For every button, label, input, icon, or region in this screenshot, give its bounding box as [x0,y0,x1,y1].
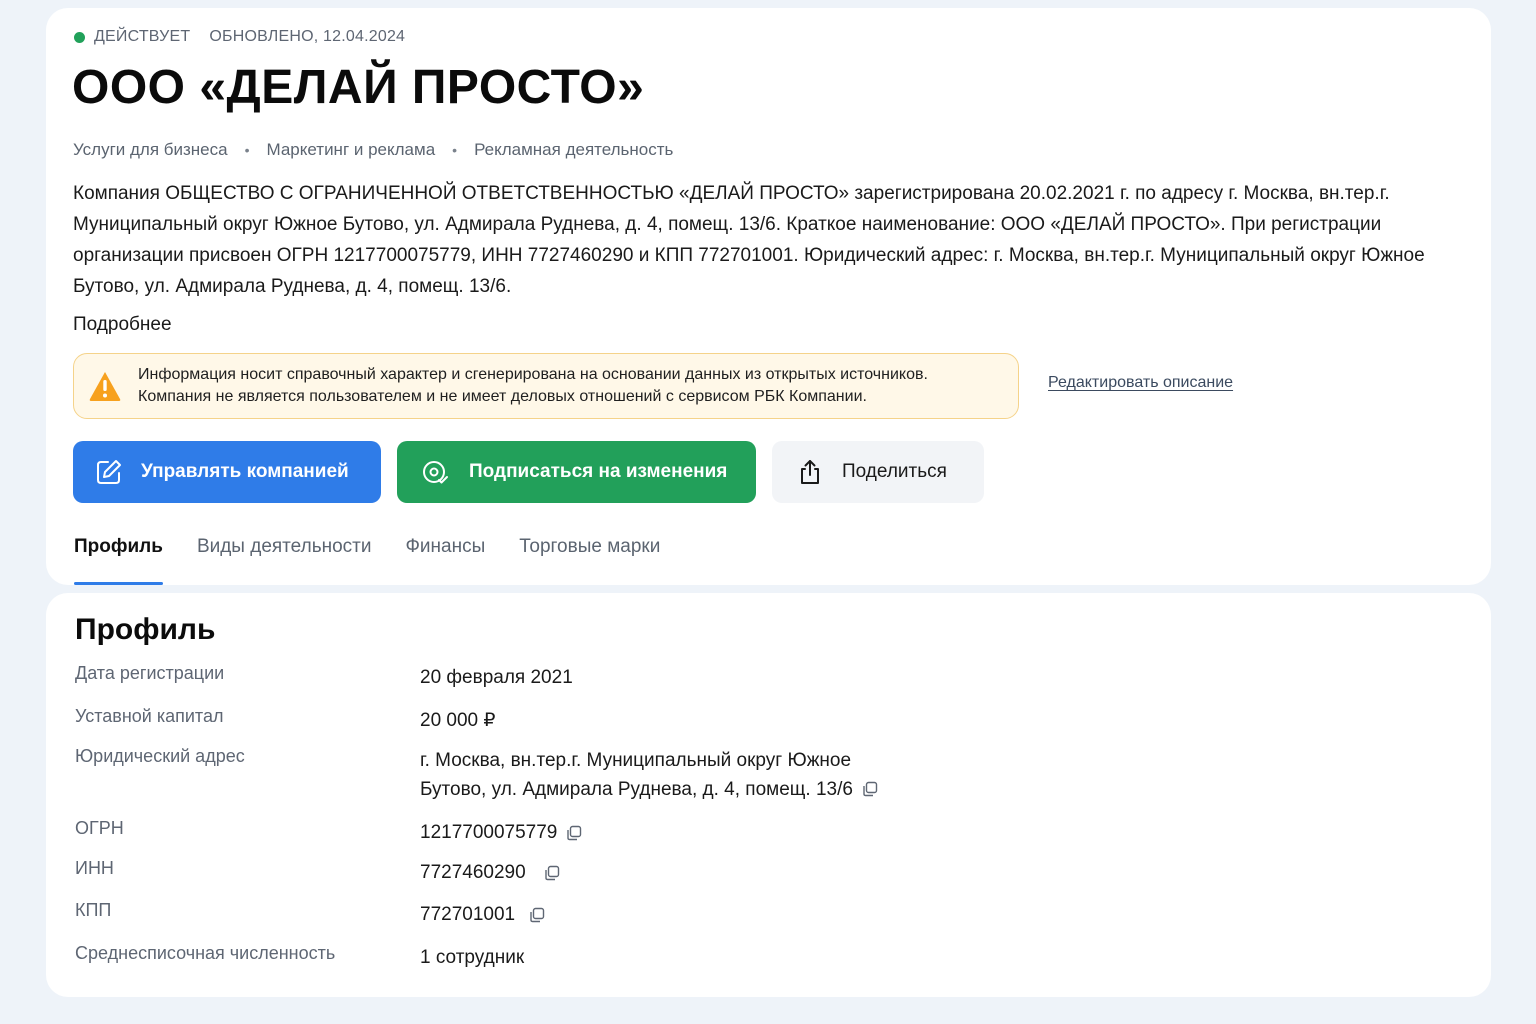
profile-row-kpp: КПП 772701001 [75,900,545,929]
address-line-with-copy: Бутово, ул. Адмирала Руднева, д. 4, поме… [420,775,900,804]
profile-row-address: Юридический адрес г. Москва, вн.тер.г. М… [75,746,900,804]
field-value-with-copy: 772701001 [420,900,545,929]
share-icon [801,460,819,484]
category-item[interactable]: Рекламная деятельность [474,140,673,160]
status-label: ДЕЙСТВУЕТ [94,28,191,45]
ogrn-value: 1217700075779 [420,822,558,843]
copy-icon[interactable] [566,825,582,841]
address-value: г. Москва, вн.тер.г. Муниципальный округ… [420,746,900,804]
notice-text: Информация носит справочный характер и с… [138,364,928,408]
section-tabs: Профиль Виды деятельности Финансы Торгов… [74,536,694,585]
tab-trademarks[interactable]: Торговые марки [519,536,660,572]
status-row: ДЕЙСТВУЕТ ОБНОВЛЕНО, 12.04.2024 [74,28,405,46]
field-value: 1 сотрудник [420,947,525,968]
copy-icon[interactable] [529,907,545,923]
tab-activities[interactable]: Виды деятельности [197,536,372,572]
field-value-with-copy: 1217700075779 [420,818,582,847]
field-label: КПП [75,900,112,920]
subscribe-label: Подписаться на изменения [469,461,728,482]
company-header-card: ДЕЙСТВУЕТ ОБНОВЛЕНО, 12.04.2024 ООО «ДЕЛ… [46,8,1491,585]
address-line: Бутово, ул. Адмирала Руднева, д. 4, поме… [420,779,853,800]
share-label: Поделиться [842,461,947,482]
category-separator: • [244,142,250,158]
notice-line: Компания не является пользователем и не … [138,388,867,405]
profile-row-ogrn: ОГРН 1217700075779 [75,818,582,847]
edit-description-link[interactable]: Редактировать описание [1048,374,1233,392]
watch-icon [423,461,448,484]
more-link[interactable]: Подробнее [73,314,172,336]
updated-date: ОБНОВЛЕНО, 12.04.2024 [209,28,406,45]
warning-icon [89,372,121,401]
field-label: Среднесписочная численность [75,943,336,963]
tab-profile[interactable]: Профиль [74,536,163,585]
category-breadcrumbs: Услуги для бизнеса • Маркетинг и реклама… [73,140,673,160]
field-label: Уставной капитал [75,706,224,726]
tab-finance[interactable]: Финансы [405,536,485,572]
disclaimer-notice: Информация носит справочный характер и с… [73,353,1019,419]
category-separator: • [452,142,458,158]
field-value: 20 000 ₽ [420,710,496,731]
company-description: Компания ОБЩЕСТВО С ОГРАНИЧЕННОЙ ОТВЕТСТ… [73,183,1425,297]
category-item[interactable]: Услуги для бизнеса [73,140,228,160]
profile-row-employees: Среднесписочная численность 1 сотрудник [75,943,524,972]
status-dot-icon [74,31,85,43]
manage-company-button[interactable]: Управлять компанией [73,441,381,503]
field-label: ОГРН [75,818,124,838]
profile-row-capital: Уставной капитал 20 000 ₽ [75,706,495,735]
notice-line: Информация носит справочный характер и с… [138,366,928,383]
profile-card: Профиль Дата регистрации 20 февраля 2021… [46,593,1491,997]
field-label: Дата регистрации [75,663,225,683]
profile-row-inn: ИНН 7727460290 [75,858,560,887]
share-button[interactable]: Поделиться [772,441,984,503]
profile-row-reg-date: Дата регистрации 20 февраля 2021 [75,663,573,692]
company-title: ООО «ДЕЛАЙ ПРОСТО» [72,61,645,114]
field-value: 20 февраля 2021 [420,667,573,688]
manage-company-label: Управлять компанией [141,461,349,482]
copy-icon[interactable] [544,865,560,881]
subscribe-button[interactable]: Подписаться на изменения [397,441,756,503]
field-label: ИНН [75,858,114,878]
field-label: Юридический адрес [75,746,245,766]
edit-icon [97,460,121,484]
profile-heading: Профиль [75,613,216,646]
field-value-with-copy: 7727460290 [420,858,560,887]
kpp-value: 772701001 [420,904,516,925]
copy-icon[interactable] [862,781,878,797]
address-line: г. Москва, вн.тер.г. Муниципальный округ… [420,750,852,771]
category-item[interactable]: Маркетинг и реклама [267,140,436,160]
inn-value: 7727460290 [420,862,526,883]
